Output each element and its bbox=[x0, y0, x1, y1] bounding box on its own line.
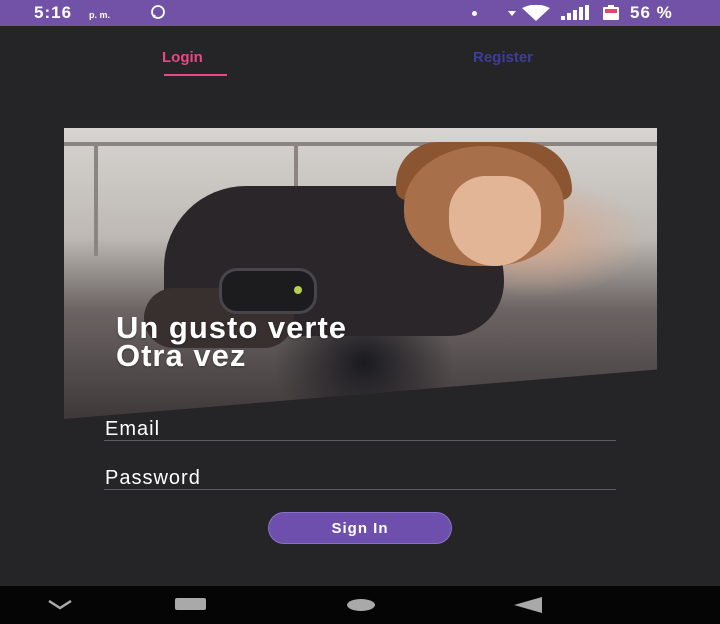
hero-headline: Un gusto verte Otra vez bbox=[116, 312, 347, 373]
dumbbell-logo bbox=[294, 286, 302, 294]
back-icon[interactable] bbox=[514, 597, 542, 613]
sign-in-button[interactable]: Sign In bbox=[268, 512, 452, 544]
navigation-bar bbox=[0, 586, 720, 624]
tab-indicator bbox=[164, 74, 227, 76]
wifi-icon bbox=[522, 5, 550, 21]
recents-icon[interactable] bbox=[175, 598, 206, 610]
tab-register[interactable]: Register bbox=[473, 49, 533, 66]
email-field[interactable]: Email bbox=[105, 418, 160, 441]
athlete-face bbox=[449, 176, 541, 266]
nav-down-icon[interactable] bbox=[48, 600, 72, 610]
password-underline bbox=[104, 489, 616, 490]
status-ampm: p. m. bbox=[89, 10, 111, 20]
signal-icon bbox=[561, 5, 589, 20]
hero-line-2: Otra vez bbox=[116, 338, 247, 373]
status-bar: 5:16 p. m. 56 % bbox=[0, 0, 720, 26]
battery-percent: 56 % bbox=[630, 3, 673, 22]
status-time: 5:16 bbox=[34, 3, 73, 22]
dnd-icon bbox=[508, 11, 516, 16]
window-frame bbox=[64, 142, 657, 146]
battery-icon bbox=[603, 5, 619, 20]
dot-icon bbox=[472, 11, 477, 16]
window-frame bbox=[94, 146, 98, 256]
hero-image: Un gusto verte Otra vez bbox=[64, 128, 657, 419]
home-icon[interactable] bbox=[347, 599, 375, 611]
password-field[interactable]: Password bbox=[105, 467, 201, 490]
whatsapp-icon bbox=[151, 5, 165, 19]
tab-login[interactable]: Login bbox=[162, 49, 203, 66]
email-underline bbox=[104, 440, 616, 441]
dumbbell bbox=[219, 268, 317, 314]
